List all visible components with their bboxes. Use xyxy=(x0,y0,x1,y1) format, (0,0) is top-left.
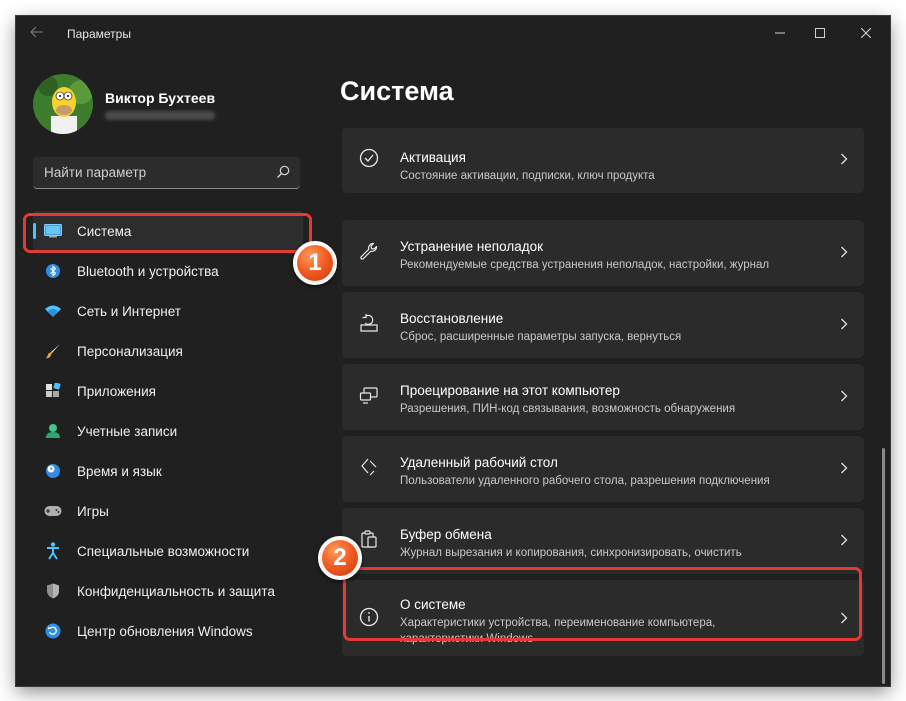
accessibility-icon xyxy=(43,542,63,560)
maximize-icon xyxy=(815,28,825,38)
wifi-icon xyxy=(43,302,63,320)
card-title: Буфер обмена xyxy=(400,527,492,542)
card-recovery[interactable]: Восстановление Сброс, расширенные параме… xyxy=(342,292,864,358)
app-title: Параметры xyxy=(67,27,131,41)
sidebar-item-accounts[interactable]: Учетные записи xyxy=(33,411,303,451)
sidebar-nav: Система Bluetooth и устройства Сеть и Ин… xyxy=(33,211,303,651)
back-arrow-icon[interactable] xyxy=(30,24,50,42)
card-troubleshoot[interactable]: Устранение неполадок Рекомендуемые средс… xyxy=(342,220,864,286)
bluetooth-icon xyxy=(43,262,63,280)
minimize-button[interactable] xyxy=(760,20,800,46)
person-icon xyxy=(43,422,63,440)
card-clipboard[interactable]: Буфер обмена Журнал вырезания и копирова… xyxy=(342,508,864,574)
card-subtitle: Рекомендуемые средства устранения непола… xyxy=(400,259,770,271)
clipboard-icon xyxy=(358,528,380,550)
page-title: Система xyxy=(340,76,454,106)
search-input[interactable] xyxy=(44,157,264,188)
card-subtitle: Состояние активации, подписки, ключ прод… xyxy=(400,170,655,182)
sidebar-item-accessibility[interactable]: Специальные возможности xyxy=(33,531,303,571)
sidebar-item-label: Специальные возможности xyxy=(77,543,250,559)
scrollbar[interactable] xyxy=(882,448,885,684)
sidebar-item-label: Учетные записи xyxy=(77,423,178,439)
card-title: Удаленный рабочий стол xyxy=(400,455,558,470)
shield-icon xyxy=(43,582,63,600)
apps-icon xyxy=(43,382,63,400)
card-projection[interactable]: Проецирование на этот компьютер Разрешен… xyxy=(342,364,864,430)
chevron-right-icon xyxy=(841,534,848,546)
card-title: Устранение неполадок xyxy=(400,239,544,254)
maximize-button[interactable] xyxy=(800,20,840,46)
sidebar-item-label: Конфиденциальность и защита xyxy=(77,583,275,599)
close-icon xyxy=(861,28,871,38)
chevron-right-icon xyxy=(841,153,848,165)
step-badge-1: 1 xyxy=(293,241,337,285)
card-subtitle: Журнал вырезания и копирования, синхрони… xyxy=(400,547,742,559)
sidebar-item-time-language[interactable]: Время и язык xyxy=(33,451,303,491)
sidebar-item-label: Персонализация xyxy=(77,343,183,359)
sidebar-item-label: Игры xyxy=(77,503,109,519)
chevron-right-icon xyxy=(841,246,848,258)
card-title: Проецирование на этот компьютер xyxy=(400,383,620,398)
title-bar: Параметры xyxy=(16,16,890,50)
search-box[interactable] xyxy=(33,157,300,189)
sidebar-item-label: Приложения xyxy=(77,383,156,399)
settings-window: Параметры Виктор Бухтеев Найти параметр … xyxy=(16,16,890,686)
card-title: Восстановление xyxy=(400,311,504,326)
sidebar-item-label: Центр обновления Windows xyxy=(77,623,253,639)
gamepad-icon xyxy=(43,502,63,520)
sidebar-item-label: Сеть и Интернет xyxy=(77,303,181,319)
card-subtitle: Пользователи удаленного рабочего стола, … xyxy=(400,475,770,487)
sidebar-item-gaming[interactable]: Игры xyxy=(33,491,303,531)
card-title: Активация xyxy=(400,150,466,165)
search-icon[interactable] xyxy=(276,165,290,179)
sidebar-item-label: Bluetooth и устройства xyxy=(77,263,219,279)
card-subtitle: Разрешения, ПИН-код связывания, возможно… xyxy=(400,403,736,415)
clock-globe-icon xyxy=(43,462,63,480)
sidebar-item-label: Время и язык xyxy=(77,463,162,479)
sidebar-item-network[interactable]: Сеть и Интернет xyxy=(33,291,303,331)
remote-desktop-icon xyxy=(358,456,380,478)
sidebar-item-personalization[interactable]: Персонализация xyxy=(33,331,303,371)
check-circle-icon xyxy=(358,147,380,169)
highlight-about xyxy=(343,567,862,641)
step-badge-2: 2 xyxy=(318,536,362,580)
minimize-icon xyxy=(775,32,785,34)
card-remote-desktop[interactable]: Удаленный рабочий стол Пользователи удал… xyxy=(342,436,864,502)
chevron-right-icon xyxy=(841,462,848,474)
brush-icon xyxy=(43,342,63,360)
chevron-right-icon xyxy=(841,318,848,330)
list-top-edge xyxy=(342,116,864,128)
sidebar-item-apps[interactable]: Приложения xyxy=(33,371,303,411)
card-subtitle: Сброс, расширенные параметры запуска, ве… xyxy=(400,331,682,343)
sidebar-item-bluetooth[interactable]: Bluetooth и устройства xyxy=(33,251,303,291)
chevron-right-icon xyxy=(841,390,848,402)
profile-name: Виктор Бухтеев xyxy=(105,90,216,106)
wrench-icon xyxy=(358,240,380,262)
project-icon xyxy=(358,384,380,406)
close-button[interactable] xyxy=(846,20,886,46)
update-icon xyxy=(43,622,63,640)
recovery-icon xyxy=(358,312,380,334)
profile-email-blurred xyxy=(105,111,215,120)
sidebar-item-privacy[interactable]: Конфиденциальность и защита xyxy=(33,571,303,611)
card-activation[interactable]: Активация Состояние активации, подписки,… xyxy=(342,127,864,193)
avatar[interactable] xyxy=(33,74,93,134)
highlight-system xyxy=(23,213,312,253)
sidebar-item-windows-update[interactable]: Центр обновления Windows xyxy=(33,611,303,651)
